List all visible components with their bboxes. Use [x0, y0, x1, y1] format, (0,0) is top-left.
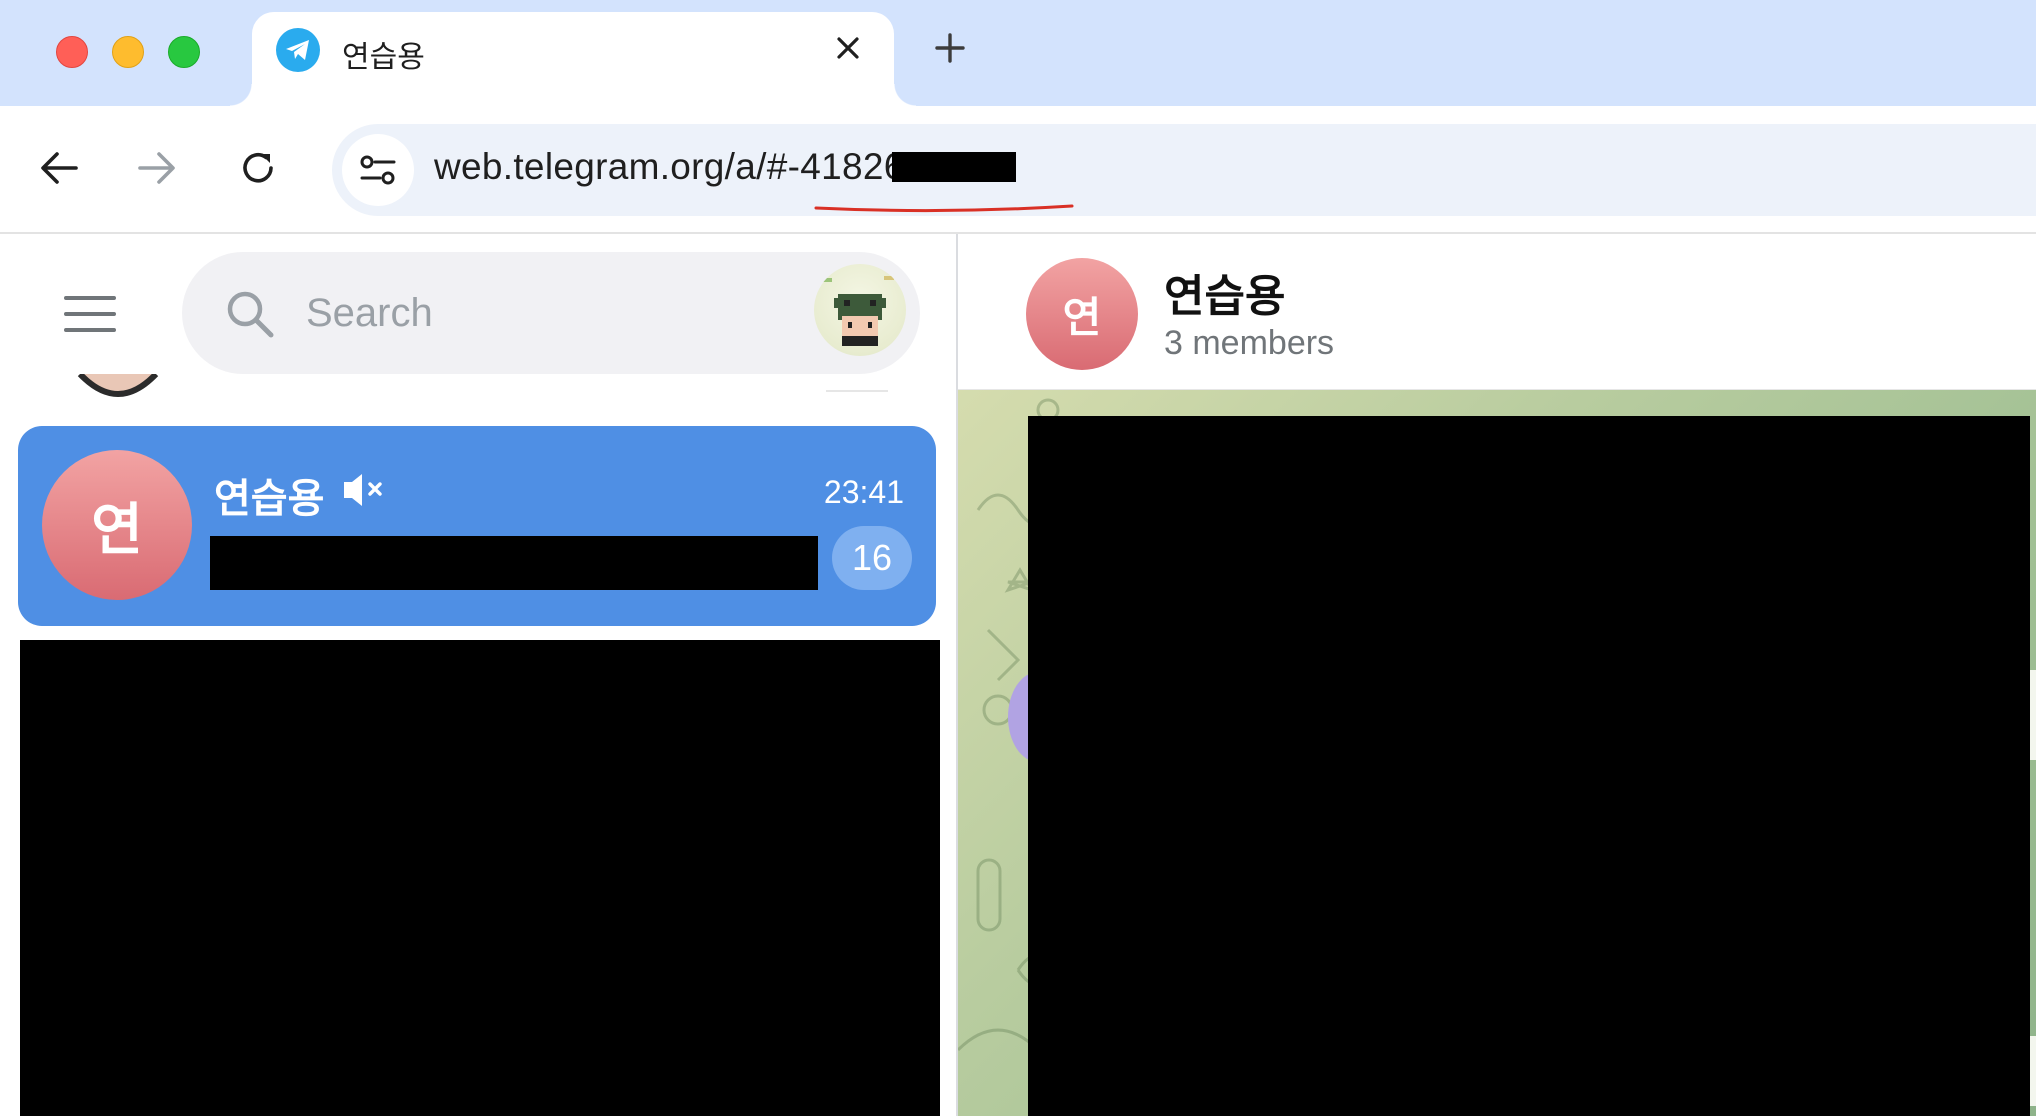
search-input[interactable]: [304, 282, 788, 344]
site-info-button[interactable]: [342, 134, 414, 206]
main-menu-button[interactable]: [60, 284, 120, 344]
chat-item-partial-avatar: [76, 374, 160, 408]
chat-list-sidebar: 연 연습용 23:41 16: [0, 234, 956, 1116]
forward-button[interactable]: [133, 144, 181, 192]
tune-icon: [360, 155, 396, 185]
address-bar[interactable]: web.telegram.org/a/#-41826: [332, 124, 2036, 216]
url-text[interactable]: web.telegram.org/a/#-41826: [434, 146, 905, 188]
arrow-right-icon: [138, 152, 175, 184]
hamburger-menu-icon: [64, 296, 116, 332]
list-divider: [826, 390, 888, 392]
chat-title: 연습용: [1164, 272, 1286, 321]
browser-toolbar: web.telegram.org/a/#-41826: [0, 106, 2036, 234]
redaction-box: [1028, 416, 2030, 1116]
unread-count-badge: 16: [832, 526, 912, 590]
telegram-icon: [276, 28, 320, 72]
redaction-box: [20, 640, 940, 1116]
chat-header-avatar[interactable]: 연: [1026, 258, 1138, 370]
window-zoom-button[interactable]: [168, 36, 200, 68]
plus-icon: [935, 33, 965, 63]
search-icon: [227, 291, 274, 338]
reload-button[interactable]: [234, 144, 282, 192]
chat-header[interactable]: 연 연습용 3 members: [958, 234, 2036, 390]
story-avatar[interactable]: [814, 264, 906, 356]
reload-icon: [243, 152, 273, 183]
redaction-box: [210, 536, 818, 590]
redaction-box: [892, 152, 1016, 182]
url-annotation-underline: [814, 204, 1074, 213]
new-tab-button[interactable]: [930, 28, 970, 68]
chat-time: 23:41: [823, 474, 904, 510]
chat-name: 연습용: [214, 477, 325, 521]
tab-title: 연습용: [342, 41, 425, 74]
pixel-character-avatar: [822, 276, 894, 346]
window-minimize-button[interactable]: [112, 36, 144, 68]
arrow-left-icon: [41, 152, 78, 184]
search-box[interactable]: [182, 252, 920, 374]
chat-avatar: 연: [42, 450, 192, 600]
browser-tab-strip: 연습용: [0, 0, 2036, 106]
browser-tab[interactable]: 연습용: [230, 12, 916, 106]
chat-list-item-selected[interactable]: 연 연습용 23:41 16: [18, 426, 936, 626]
window-close-button[interactable]: [56, 36, 88, 68]
back-button[interactable]: [35, 144, 83, 192]
member-count: 3 members: [1164, 324, 1335, 362]
muted-icon: [344, 474, 382, 506]
close-icon[interactable]: [828, 28, 868, 68]
